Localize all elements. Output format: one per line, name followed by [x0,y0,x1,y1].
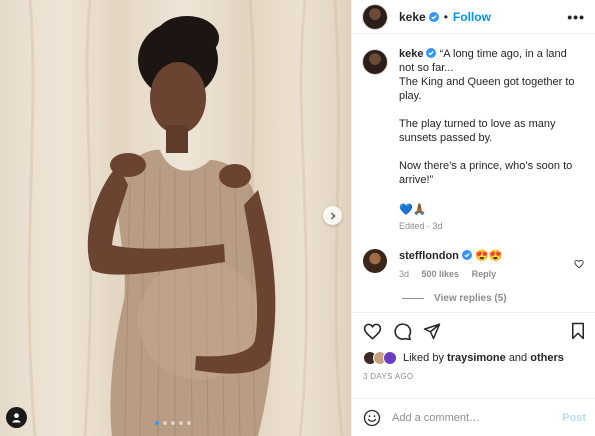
liked-by-prefix: Liked by [403,352,444,364]
liked-by-row: Liked by traysimone and others [363,351,586,365]
save-button[interactable] [570,322,586,340]
verified-badge-icon [461,250,472,260]
post-caption: keke “A long time ago, in a land not so … [352,47,595,231]
post-photo [27,0,344,436]
post-comment-button[interactable]: Post [562,412,586,424]
liker-avatars[interactable] [363,351,397,365]
emoji-icon[interactable] [363,409,381,427]
post-header: keke • Follow ••• [352,0,595,34]
comment-age: 3d [399,269,410,279]
liked-by-others[interactable]: others [530,352,564,364]
caption-author-username[interactable]: keke [399,48,423,60]
share-button[interactable] [423,322,441,340]
add-comment-input[interactable] [392,411,563,424]
user-icon [12,413,21,423]
comment-like-heart-icon[interactable] [574,259,584,269]
comment-text: 😍😍 [474,250,503,262]
caption-emoji: 💙🙏🏾 [399,204,427,216]
heart-icon [363,323,382,340]
carousel-next-button[interactable] [323,206,342,225]
action-icons-row [363,321,586,341]
commenter-avatar[interactable] [363,249,387,273]
carousel-indicator [155,421,191,425]
comment-button[interactable] [393,322,412,341]
more-options-button[interactable]: ••• [567,9,585,25]
view-replies-button[interactable]: View replies (5) [402,293,595,304]
carousel-dot-3 [171,421,175,425]
comment-reply-button[interactable]: Reply [472,269,497,279]
comment-item: stefflondon 😍😍 3d 500 likes Reply [352,249,595,279]
liked-by-connector: and [508,352,528,364]
post-timestamp[interactable]: 3 DAYS AGO [363,372,586,381]
chevron-right-icon [330,212,335,219]
caption-text: “A long time ago, in a land not so far..… [399,48,575,186]
post-side-panel: keke • Follow ••• keke “A long time ago,… [351,0,595,436]
view-replies-divider [402,298,424,299]
header-separator: • [443,9,448,24]
post-actions: Liked by traysimone and others 3 DAYS AG… [352,312,595,381]
comment-icon [394,322,412,340]
caption-text-block: keke “A long time ago, in a land not so … [399,47,584,187]
commenter-username[interactable]: stefflondon [399,250,459,262]
caption-author-avatar[interactable] [363,50,387,74]
comments-section: keke “A long time ago, in a land not so … [352,47,595,304]
add-comment-bar: Post [352,398,595,436]
caption-edited-meta: Edited · 3d [399,221,443,231]
carousel-dot-4 [179,421,183,425]
share-icon [423,323,441,340]
verified-badge-icon [428,11,439,22]
comment-meta: 3d 500 likes Reply [399,269,502,279]
liker-avatar [383,351,397,365]
carousel-dot-5 [187,421,191,425]
liked-by-user[interactable]: traysimone [447,352,506,364]
view-replies-label: View replies (5) [434,293,507,304]
author-avatar[interactable] [363,4,387,29]
comment-likes-count[interactable]: 500 likes [422,269,460,279]
author-username[interactable]: keke [399,10,426,24]
bookmark-icon [572,322,584,340]
comment-body: stefflondon 😍😍 [399,249,502,263]
carousel-dot-1 [155,421,159,425]
like-button[interactable] [363,322,382,341]
follow-button[interactable]: Follow [453,10,491,24]
verified-badge-icon [426,48,437,58]
post-media[interactable] [0,0,351,436]
tagged-users-button[interactable] [6,407,27,428]
carousel-dot-2 [163,421,167,425]
